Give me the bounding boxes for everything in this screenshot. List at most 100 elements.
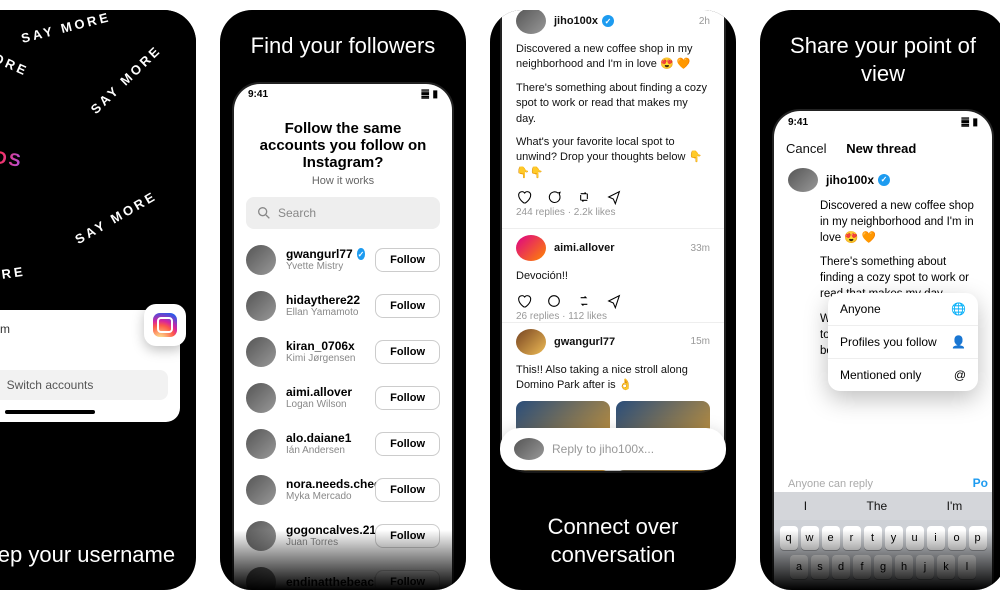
account-row[interactable]: alo.daiane1Ián AndersenFollow xyxy=(234,421,452,467)
account-row[interactable]: hidaythere22Ellan YamamotoFollow xyxy=(234,283,452,329)
suggestion[interactable]: The xyxy=(867,499,888,513)
account-username: gwangurl77 xyxy=(286,247,365,261)
follow-button[interactable]: Follow xyxy=(375,524,440,548)
follow-button[interactable]: Follow xyxy=(375,478,440,502)
avatar xyxy=(246,475,276,505)
globe-icon: 🌐 xyxy=(951,302,966,316)
status-time: 9:41 xyxy=(248,89,268,100)
repost-icon[interactable] xyxy=(576,293,592,309)
suggestion[interactable]: I'm xyxy=(947,499,963,513)
share-icon[interactable] xyxy=(606,293,622,309)
login-with-label: with Instagram xyxy=(0,322,168,336)
key-r[interactable]: r xyxy=(843,526,861,550)
key-h[interactable]: h xyxy=(895,555,913,579)
heart-icon[interactable] xyxy=(516,293,532,309)
post-actions xyxy=(516,189,710,205)
audience-menu: Anyone🌐 Profiles you follow👤 Mentioned o… xyxy=(828,293,978,391)
instagram-icon xyxy=(144,304,186,346)
key-j[interactable]: j xyxy=(916,555,934,579)
avatar xyxy=(516,329,546,355)
account-username: gogoncalves.21 xyxy=(286,523,365,537)
login-card[interactable]: with Instagram x Switch accounts xyxy=(0,310,180,422)
follow-prompt-title: Follow the same accounts you follow on I… xyxy=(234,106,452,175)
avatar xyxy=(246,337,276,367)
reply-username: aimi.allover xyxy=(554,242,615,254)
audience-option-anyone[interactable]: Anyone🌐 xyxy=(828,293,978,326)
follow-button[interactable]: Follow xyxy=(375,294,440,318)
account-realname: Kimi Jørgensen xyxy=(286,353,365,364)
key-w[interactable]: w xyxy=(801,526,819,550)
avatar xyxy=(246,429,276,459)
account-row[interactable]: kiran_0706xKimi Jørgensen Follow xyxy=(234,329,452,375)
key-u[interactable]: u xyxy=(906,526,924,550)
search-icon xyxy=(256,205,272,221)
share-icon[interactable] xyxy=(606,189,622,205)
audience-option-following[interactable]: Profiles you follow👤 xyxy=(828,326,978,359)
reply-audience-hint[interactable]: Anyone can reply xyxy=(788,478,873,490)
follow-button[interactable]: Follow xyxy=(375,386,440,410)
heart-icon[interactable] xyxy=(516,189,532,205)
verified-icon xyxy=(357,248,365,260)
switch-accounts-button[interactable]: Switch accounts xyxy=(0,370,168,400)
reply-post[interactable]: aimi.allover 33m Devoción!! 26 replies ·… xyxy=(502,228,724,321)
post-stats[interactable]: 244 replies · 2.2k likes xyxy=(516,207,710,218)
screenshot-gallery: SAY MORE SAY MORE SAY MORE THREADS SAY M… xyxy=(0,0,1000,590)
account-realname: Ellan Yamamoto xyxy=(286,307,365,318)
key-l[interactable]: l xyxy=(958,555,976,579)
panel-caption: Connect over conversation xyxy=(490,491,736,590)
key-o[interactable]: o xyxy=(948,526,966,550)
account-realname: Ián Andersen xyxy=(286,445,365,456)
panel-connect-conversation: jiho100x 2h Discovered a new coffee shop… xyxy=(490,10,736,590)
follow-button[interactable]: Follow xyxy=(375,248,440,272)
key-d[interactable]: d xyxy=(832,555,850,579)
avatar xyxy=(246,291,276,321)
account-row[interactable]: endinatthebeachFollow xyxy=(234,559,452,591)
account-row[interactable]: gogoncalves.21Juan TorresFollow xyxy=(234,513,452,559)
account-row[interactable]: nora.needs.cheeseMyka MercadoFollow xyxy=(234,467,452,513)
audience-option-mentioned[interactable]: Mentioned only@ xyxy=(828,359,978,391)
key-i[interactable]: i xyxy=(927,526,945,550)
avatar xyxy=(514,438,544,460)
key-q[interactable]: q xyxy=(780,526,798,550)
reply-time: 33m xyxy=(691,243,710,254)
panel-caption: Find your followers xyxy=(220,10,466,82)
status-bar: 9:41 ䷀ ▮ xyxy=(774,111,992,133)
key-f[interactable]: f xyxy=(853,555,871,579)
post-button[interactable]: Po xyxy=(973,476,988,490)
reply-stats[interactable]: 26 replies · 112 likes xyxy=(516,311,710,322)
avatar xyxy=(246,567,276,591)
status-icons: ䷀ ▮ xyxy=(421,89,438,100)
how-it-works-link[interactable]: How it works xyxy=(234,175,452,187)
account-username: kiran_0706x xyxy=(286,339,365,353)
account-row[interactable]: aimi.alloverLogan WilsonFollow xyxy=(234,375,452,421)
comment-icon[interactable] xyxy=(546,293,562,309)
cancel-button[interactable]: Cancel xyxy=(786,141,826,156)
account-list: gwangurl77 Yvette MistryFollowhidaythere… xyxy=(234,237,452,591)
key-e[interactable]: e xyxy=(822,526,840,550)
account-realname: Logan Wilson xyxy=(286,399,365,410)
key-g[interactable]: g xyxy=(874,555,892,579)
comment-icon[interactable] xyxy=(546,189,562,205)
reply-input[interactable]: Reply to jiho100x... xyxy=(500,428,726,470)
phone-mockup-top: jiho100x 2h Discovered a new coffee shop… xyxy=(500,10,726,473)
key-a[interactable]: a xyxy=(790,555,808,579)
status-icons: ䷀ ▮ xyxy=(961,117,978,128)
follow-button[interactable]: Follow xyxy=(375,432,440,456)
status-bar: 9:41 ䷀ ▮ xyxy=(234,84,452,106)
search-input[interactable]: Search xyxy=(246,197,440,229)
repost-icon[interactable] xyxy=(576,189,592,205)
key-t[interactable]: t xyxy=(864,526,882,550)
panel-caption: Share your point of view xyxy=(760,10,1000,109)
account-row[interactable]: gwangurl77 Yvette MistryFollow xyxy=(234,237,452,283)
key-y[interactable]: y xyxy=(885,526,903,550)
avatar xyxy=(788,168,818,192)
key-k[interactable]: k xyxy=(937,555,955,579)
key-s[interactable]: s xyxy=(811,555,829,579)
follow-button[interactable]: Follow xyxy=(375,340,440,364)
suggestion[interactable]: I xyxy=(804,499,807,513)
thread-post[interactable]: jiho100x 2h Discovered a new coffee shop… xyxy=(502,10,724,228)
key-p[interactable]: p xyxy=(969,526,987,550)
keyboard: qwertyuiop asdfghjkl xyxy=(774,520,992,590)
follow-button[interactable]: Follow xyxy=(375,570,440,591)
avatar xyxy=(246,245,276,275)
